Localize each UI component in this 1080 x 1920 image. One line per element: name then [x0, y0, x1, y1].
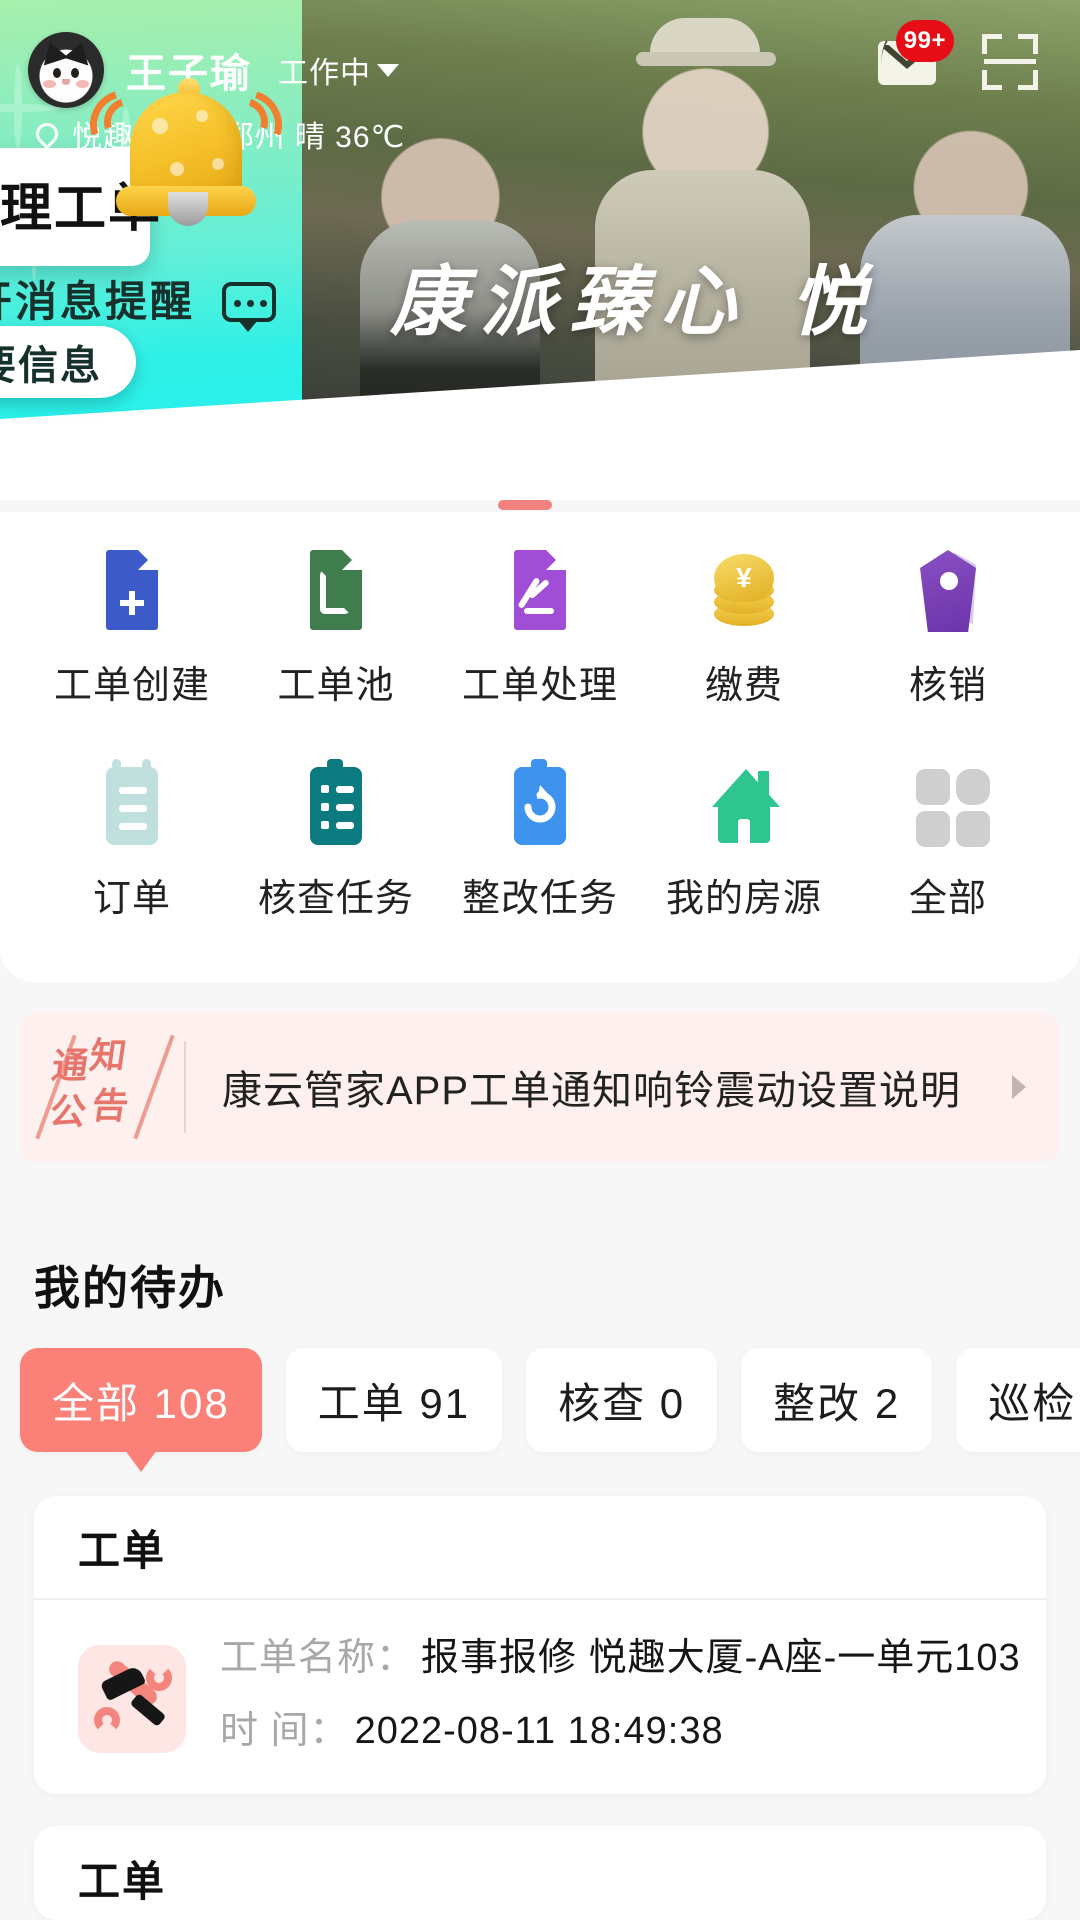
card-title: 工单: [78, 1857, 167, 1905]
shortcut-all[interactable]: 全部: [852, 757, 1044, 922]
divider: [184, 1041, 186, 1133]
chevron-down-icon[interactable]: [377, 63, 399, 77]
tab-work-order[interactable]: 工单 91: [285, 1348, 503, 1452]
order-time-key: 时 间：: [220, 1710, 349, 1752]
shortcut-label: 我的房源: [665, 878, 822, 920]
shortcut-label: 订单: [92, 878, 171, 920]
bell-clapper: [168, 192, 208, 226]
location-pin-icon: [31, 118, 63, 150]
bell-body: [116, 92, 256, 216]
shortcut-label: 核查任务: [257, 878, 414, 920]
chevron-right-icon[interactable]: [1012, 1075, 1026, 1099]
todo-card[interactable]: 工单: [34, 1826, 1046, 1920]
promo-pill-button[interactable]: 要信息: [0, 326, 136, 398]
todo-tab-bar: 全部 108 工单 91 核查 0 整改 2 巡检 0: [20, 1348, 1080, 1472]
mail-button[interactable]: 99+: [878, 20, 954, 92]
document-pool-icon: [290, 544, 382, 636]
order-fields: 工单名称： 报事报修 悦趣大厦-A座-一单元103 时 间： 2022-08-1…: [220, 1626, 1021, 1772]
cat-eye-icon: [71, 68, 79, 78]
notice-text: 康云管家APP工单通知响铃震动设置说明: [222, 1069, 962, 1113]
notice-stamp-icon: 通 知 公 告: [35, 1032, 175, 1142]
mail-unread-badge: 99+: [895, 20, 954, 62]
shortcut-payment[interactable]: ¥ 缴费: [648, 544, 840, 709]
user-status[interactable]: 工作中: [278, 48, 371, 92]
stamp-char: 公: [47, 1091, 87, 1132]
todo-card[interactable]: 工单 工单名称： 报事报修 悦趣大厦-A座-一单元103 时 间： 2022-0…: [34, 1496, 1046, 1794]
avatar[interactable]: [28, 32, 104, 108]
page-title: 我的待办: [34, 1262, 226, 1314]
notice-banner[interactable]: 通 知 公 告 康云管家APP工单通知响铃震动设置说明: [20, 1012, 1060, 1162]
shortcut-create-order[interactable]: 工单创建: [36, 544, 228, 709]
shortcut-orders[interactable]: 订单: [36, 757, 228, 922]
order-name-key: 工单名称：: [220, 1637, 416, 1679]
clipboard-list-icon: [290, 757, 382, 849]
shortcut-order-process[interactable]: 工单处理: [444, 544, 636, 709]
cat-eye-icon: [53, 68, 61, 78]
order-name-value: 报事报修 悦趣大厦-A座-一单元103: [421, 1637, 1021, 1679]
notepad-icon: [86, 757, 178, 849]
order-name-row: 工单名称： 报事报修 悦趣大厦-A座-一单元103: [220, 1626, 1021, 1681]
card-title: 工单: [34, 1496, 1046, 1600]
card-body: 工单名称： 报事报修 悦趣大厦-A座-一单元103 时 间： 2022-08-1…: [34, 1600, 1046, 1772]
shortcut-label: 工单池: [277, 665, 395, 707]
shortcut-my-properties[interactable]: 我的房源: [648, 757, 840, 922]
cat-ear-icon: [63, 38, 95, 66]
tab-rectify[interactable]: 整改 2: [741, 1348, 933, 1452]
cat-blush-icon: [76, 80, 89, 88]
tag-verify-icon: [902, 544, 994, 636]
cat-ear-icon: [37, 38, 69, 66]
tab-inspection[interactable]: 核查 0: [526, 1348, 718, 1452]
shortcut-row-1: 工单创建 工单池 工单处理 ¥ 缴费 核销: [0, 544, 1080, 709]
shortcut-label: 工单处理: [461, 665, 618, 707]
banner-title: 康派臻心 悦: [390, 257, 881, 346]
grid-all-icon: [902, 757, 994, 849]
document-add-icon: [86, 544, 178, 636]
shortcut-order-pool[interactable]: 工单池: [240, 544, 432, 709]
document-edit-icon: [494, 544, 586, 636]
tab-patrol[interactable]: 巡检 0: [956, 1348, 1080, 1452]
cat-nose-icon: [62, 79, 70, 85]
stamp-char: 告: [89, 1085, 129, 1126]
hero-header: 康派臻心 悦 王子瑜 工作中 悦趣网络 | 郑州 晴 36℃: [0, 0, 1080, 500]
shortcut-label: 整改任务: [461, 878, 618, 920]
shortcut-grid-panel: 工单创建 工单池 工单处理 ¥ 缴费 核销 订单 核查任务 整改任务 我的房源 …: [0, 512, 1080, 982]
shortcut-label: 缴费: [704, 665, 783, 707]
hammer-wrench-icon: [78, 1645, 186, 1753]
cat-blush-icon: [43, 80, 56, 88]
shortcut-verify[interactable]: 核销: [852, 544, 1044, 709]
stamp-char: 知: [87, 1035, 127, 1076]
chat-bubble-icon: [221, 282, 276, 332]
order-time-row: 时 间： 2022-08-11 18:49:38: [220, 1699, 1021, 1754]
header-actions: 99+: [878, 20, 1040, 92]
bell-icon: [77, 62, 295, 242]
shortcut-label: 工单创建: [53, 665, 210, 707]
order-time-value: 2022-08-11 18:49:38: [354, 1710, 724, 1752]
shortcut-label: 核销: [908, 665, 987, 707]
promo-subtitle: 开消息提醒: [0, 278, 196, 325]
promo-subtitle-row: 开消息提醒: [0, 268, 276, 332]
shortcut-rectify-task[interactable]: 整改任务: [444, 757, 636, 922]
carousel-indicator[interactable]: [498, 500, 552, 510]
shortcut-row-2: 订单 核查任务 整改任务 我的房源 全部: [0, 757, 1080, 922]
scan-icon: [982, 34, 1038, 90]
shortcut-label: 全部: [908, 878, 987, 920]
stamp-char: 通: [49, 1045, 89, 1086]
shortcut-inspection-task[interactable]: 核查任务: [240, 757, 432, 922]
banner-officer-cap: [636, 18, 776, 66]
clipboard-refresh-icon: [494, 757, 586, 849]
scan-button[interactable]: [982, 34, 1040, 92]
coins-yuan-icon: ¥: [698, 544, 790, 636]
house-icon: [698, 757, 790, 849]
tab-all[interactable]: 全部 108: [20, 1348, 262, 1472]
